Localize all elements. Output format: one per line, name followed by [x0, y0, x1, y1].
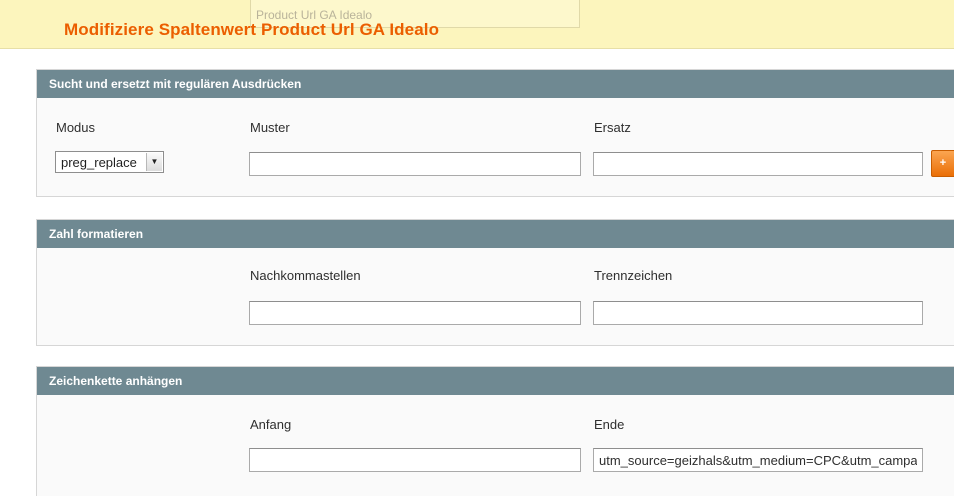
- chevron-down-icon[interactable]: ▼: [146, 153, 162, 171]
- plus-icon: +: [939, 157, 947, 169]
- regex-section-title: Sucht und ersetzt mit regulären Ausdrück…: [37, 70, 954, 98]
- replacement-input[interactable]: [593, 152, 923, 176]
- pattern-input[interactable]: [249, 152, 581, 176]
- pattern-label: Muster: [250, 120, 290, 135]
- mode-select-value: preg_replace: [61, 155, 137, 170]
- end-label: Ende: [594, 417, 625, 432]
- append-string-section: Zeichenkette anhängen Anfang Ende: [36, 366, 954, 496]
- number-section-title: Zahl formatieren: [37, 220, 954, 248]
- mode-select[interactable]: preg_replace ▼: [55, 151, 164, 173]
- append-section-title: Zeichenkette anhängen: [37, 367, 954, 395]
- end-input[interactable]: [593, 448, 923, 472]
- mode-label: Modus: [56, 120, 96, 135]
- start-label: Anfang: [250, 417, 292, 432]
- add-replacement-button[interactable]: +: [931, 150, 954, 177]
- page-title: Modifiziere Spaltenwert Product Url GA I…: [64, 20, 440, 39]
- number-format-section: Zahl formatieren Nachkommastellen Trennz…: [36, 219, 954, 346]
- decimals-label: Nachkommastellen: [250, 268, 361, 283]
- page-header: Product Url GA Idealo Modifiziere Spalte…: [0, 0, 954, 49]
- replacement-label: Ersatz: [594, 120, 631, 135]
- decimals-input[interactable]: [249, 301, 581, 325]
- start-input[interactable]: [249, 448, 581, 472]
- separator-label: Trennzeichen: [594, 268, 673, 283]
- regex-replace-section: Sucht und ersetzt mit regulären Ausdrück…: [36, 69, 954, 197]
- separator-input[interactable]: [593, 301, 923, 325]
